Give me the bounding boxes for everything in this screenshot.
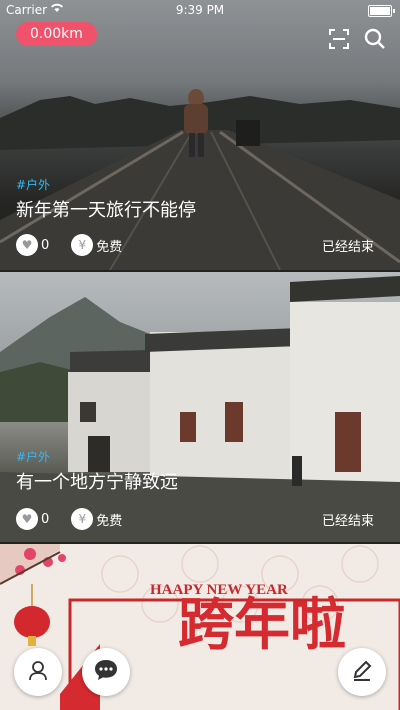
banner-headline: 跨年啦 <box>178 595 346 657</box>
activity-card[interactable]: 跨年啦 HAAPY NEW YEAR <box>0 544 400 710</box>
price-icon: ¥ <box>71 234 94 256</box>
distance-badge[interactable]: 0.00km <box>16 22 97 46</box>
price-label: 免费 <box>96 239 123 255</box>
status-bar: Carrier 9:39 PM <box>0 0 400 20</box>
price-icon: ¥ <box>71 508 94 530</box>
card-tag[interactable]: #户外 <box>16 176 50 193</box>
profile-button[interactable] <box>14 648 62 696</box>
card-image-village <box>0 272 400 542</box>
card-title: 有一个地方宁静致远 <box>16 472 178 493</box>
like-icon[interactable]: ♥ <box>16 234 38 256</box>
create-post-button[interactable] <box>338 648 386 696</box>
top-actions <box>328 28 386 50</box>
card-tag[interactable]: #户外 <box>16 448 50 465</box>
search-icon[interactable] <box>364 28 386 50</box>
messages-button[interactable] <box>82 648 130 696</box>
pencil-icon <box>351 659 373 685</box>
event-status: 已经结束 <box>321 240 374 255</box>
like-icon[interactable]: ♥ <box>16 508 38 530</box>
battery-icon <box>368 5 395 17</box>
like-count: 0 <box>41 237 50 253</box>
scan-icon[interactable] <box>328 28 350 50</box>
card-title: 新年第一天旅行不能停 <box>16 200 196 221</box>
user-icon <box>26 658 50 686</box>
card-image-new-year: 跨年啦 <box>0 544 400 710</box>
activity-card[interactable]: #户外 有一个地方宁静致远 ♥ 0 ¥ 免费 已经结束 <box>0 272 400 542</box>
clock: 9:39 PM <box>175 3 225 17</box>
card-meta: ♥ 0 ¥ 免费 <box>16 508 144 530</box>
event-status: 已经结束 <box>321 514 374 529</box>
like-count: 0 <box>41 511 50 527</box>
card-meta: ♥ 0 ¥ 免费 <box>16 234 144 256</box>
banner-text: HAAPY NEW YEAR <box>150 582 288 598</box>
price-label: 免费 <box>96 513 123 529</box>
chat-icon <box>93 658 119 686</box>
